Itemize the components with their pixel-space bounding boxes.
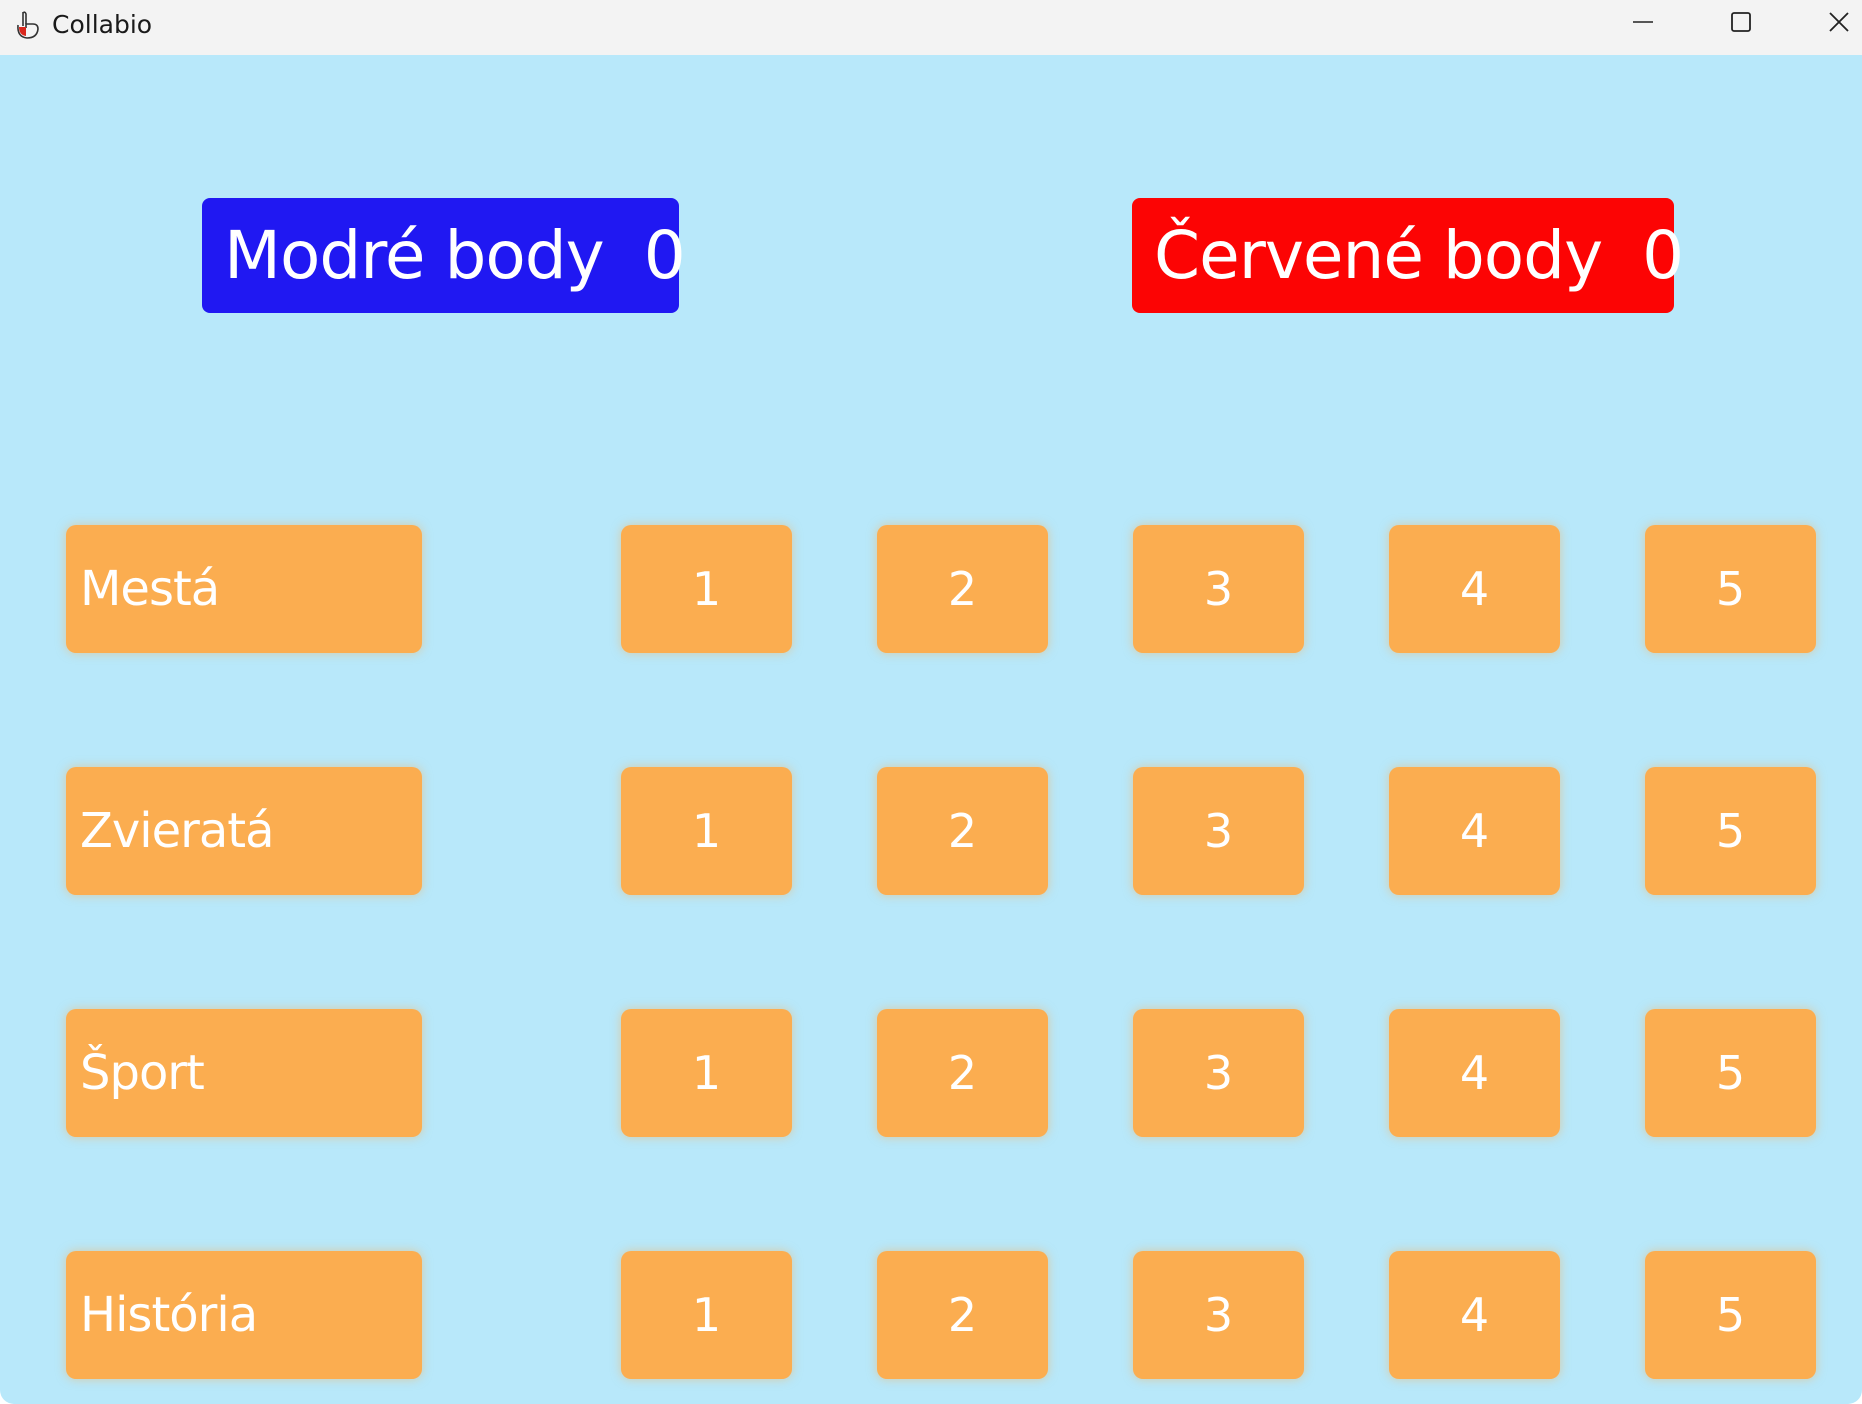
question-button[interactable]: 3: [1133, 1009, 1304, 1137]
question-button[interactable]: 3: [1133, 525, 1304, 653]
category-mesta[interactable]: Mestá: [66, 525, 422, 653]
question-button[interactable]: 1: [621, 1251, 792, 1379]
blue-score: Modré body 0: [202, 198, 686, 313]
question-button[interactable]: 2: [877, 1251, 1048, 1379]
category-zvierata[interactable]: Zvieratá: [66, 767, 422, 895]
question-button[interactable]: 5: [1645, 767, 1816, 895]
blue-score-label: Modré body: [224, 217, 605, 294]
question-button[interactable]: 1: [621, 1009, 792, 1137]
question-button[interactable]: 3: [1133, 1251, 1304, 1379]
question-button[interactable]: 5: [1645, 1009, 1816, 1137]
title-bar[interactable]: Collabio: [0, 0, 1862, 55]
question-button[interactable]: 5: [1645, 525, 1816, 653]
question-button[interactable]: 1: [621, 767, 792, 895]
blue-score-value: 0: [643, 217, 686, 294]
question-button[interactable]: 4: [1389, 525, 1560, 653]
question-button[interactable]: 2: [877, 1009, 1048, 1137]
minimize-button[interactable]: [1598, 0, 1688, 48]
close-icon: [1827, 10, 1851, 38]
question-button[interactable]: 4: [1389, 1009, 1560, 1137]
red-score: Červené body 0: [1132, 198, 1684, 313]
category-sport[interactable]: Šport: [66, 1009, 422, 1137]
question-button[interactable]: 2: [877, 525, 1048, 653]
question-button[interactable]: 4: [1389, 1251, 1560, 1379]
question-button[interactable]: 2: [877, 767, 1048, 895]
minimize-icon: [1631, 10, 1655, 38]
app-window: Collabio Modré body 0 Červené body 0 Mes…: [0, 0, 1862, 1404]
maximize-icon: [1729, 10, 1753, 38]
question-button[interactable]: 5: [1645, 1251, 1816, 1379]
close-button[interactable]: [1794, 0, 1862, 48]
question-button[interactable]: 1: [621, 525, 792, 653]
red-score-label: Červené body: [1154, 217, 1603, 294]
question-button[interactable]: 4: [1389, 767, 1560, 895]
red-score-value: 0: [1642, 217, 1684, 294]
question-button[interactable]: 3: [1133, 767, 1304, 895]
window-title: Collabio: [52, 10, 153, 39]
category-historia[interactable]: História: [66, 1251, 422, 1379]
maximize-button[interactable]: [1696, 0, 1786, 48]
collabio-app-icon: [14, 10, 42, 40]
